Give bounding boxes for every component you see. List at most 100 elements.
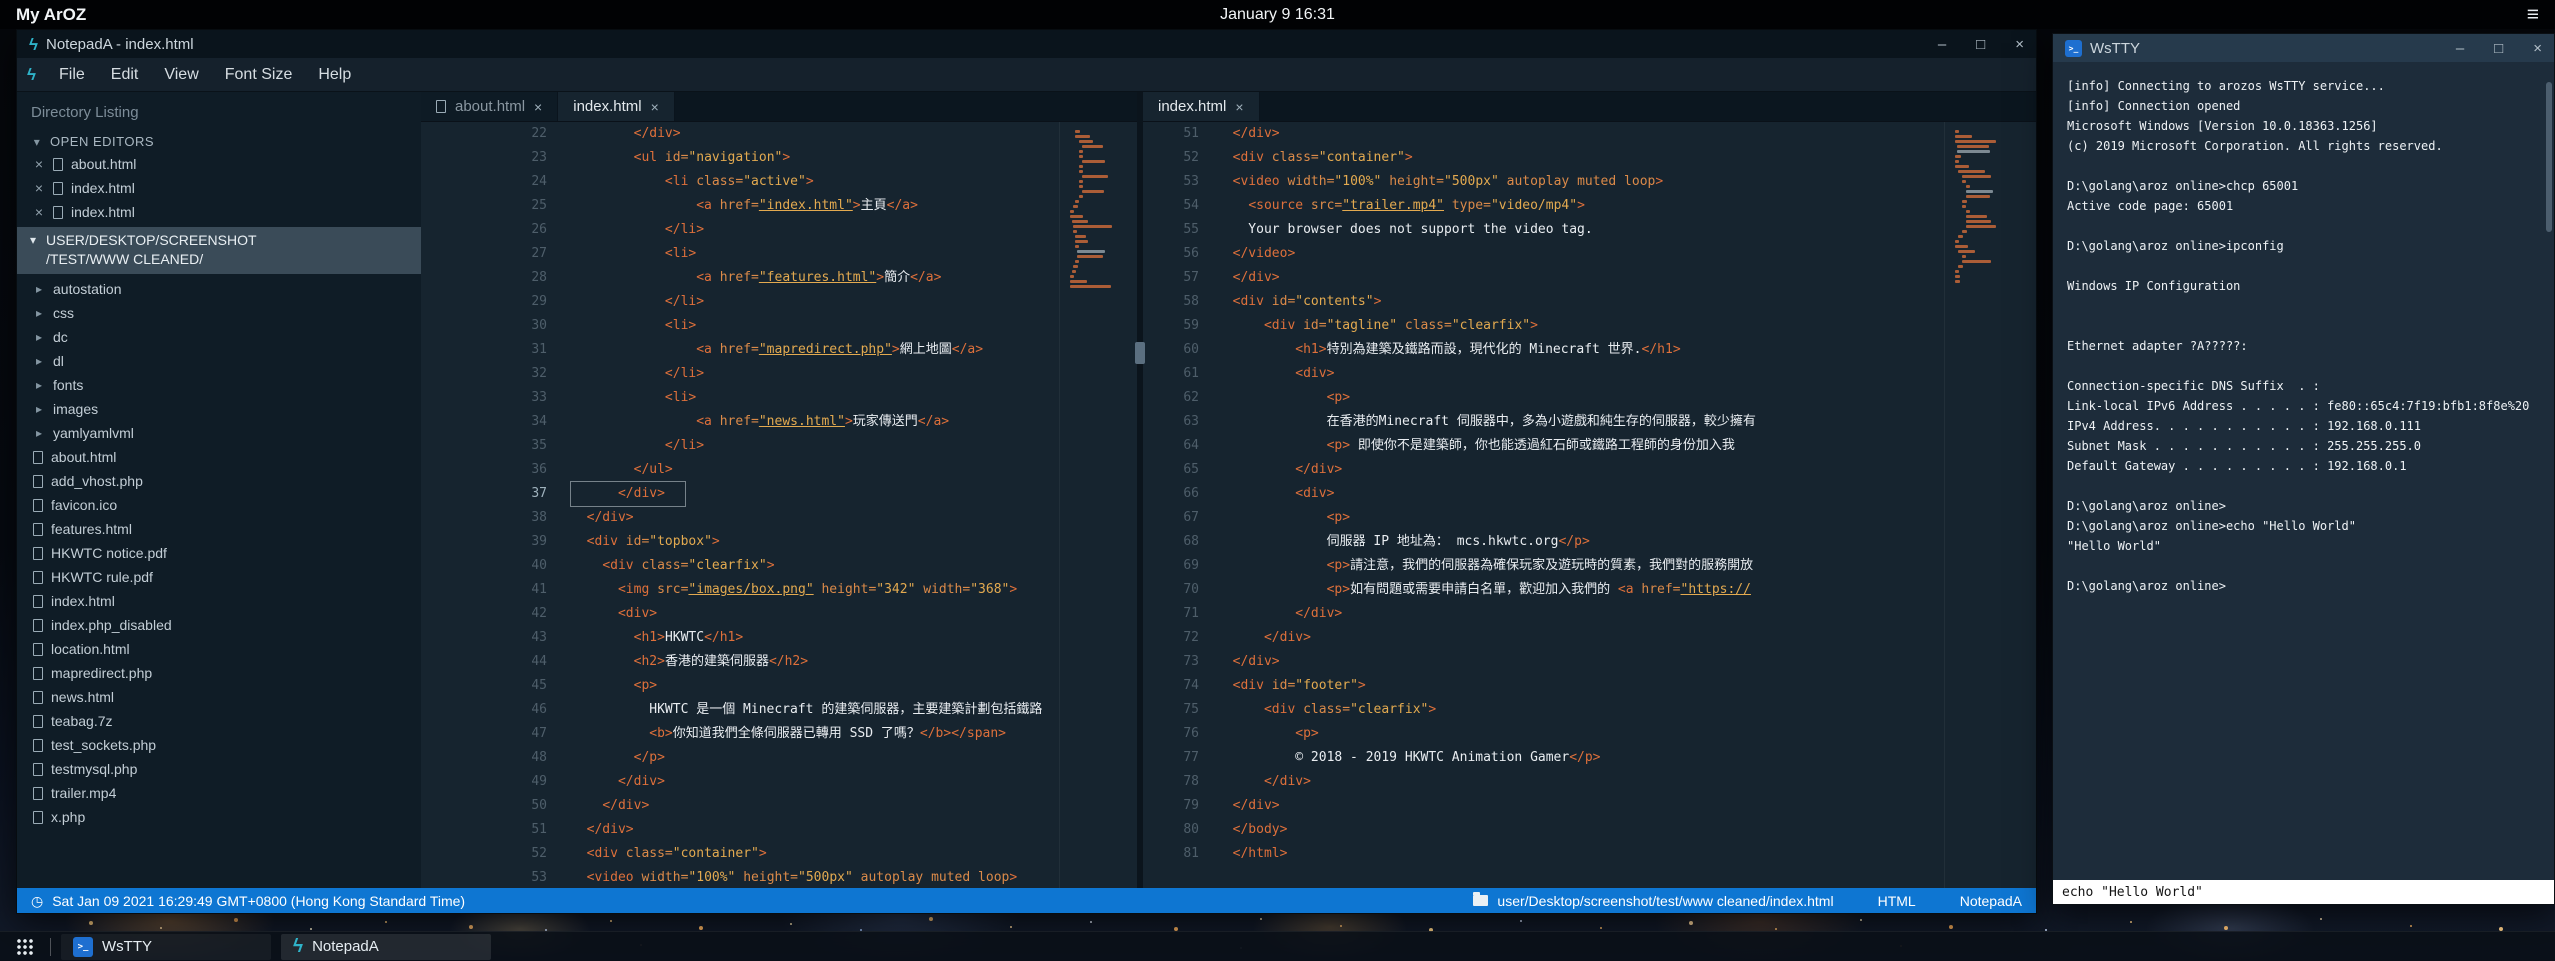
file-item-mapredirect-php[interactable]: mapredirect.php bbox=[17, 661, 421, 685]
file-item-news-html[interactable]: news.html bbox=[17, 685, 421, 709]
code-line[interactable]: 31 <a href="mapredirect.php">網上地圖</a> bbox=[421, 338, 1059, 362]
code-line[interactable]: 43 <h1>HKWTC</h1> bbox=[421, 626, 1059, 650]
taskbar-item-wstty[interactable]: >_WsTTY bbox=[61, 934, 271, 960]
app-launcher-grid-icon[interactable] bbox=[16, 938, 34, 956]
close-button[interactable]: × bbox=[2015, 37, 2024, 52]
close-tab-icon[interactable]: × bbox=[534, 99, 542, 115]
code-line[interactable]: 32 </li> bbox=[421, 362, 1059, 386]
code-line[interactable]: 25 <a href="index.html">主頁</a> bbox=[421, 194, 1059, 218]
close-button[interactable]: × bbox=[2533, 41, 2542, 56]
code-line[interactable]: 74 <div id="footer"> bbox=[1143, 674, 1944, 698]
code-line[interactable]: 42 <div> bbox=[421, 602, 1059, 626]
minimize-button[interactable]: – bbox=[1938, 37, 1946, 52]
folder-item-images[interactable]: ▸images bbox=[17, 397, 421, 421]
file-item-testmysql-php[interactable]: testmysql.php bbox=[17, 757, 421, 781]
code-line[interactable]: 41 <img src="images/box.png" height="342… bbox=[421, 578, 1059, 602]
code-line[interactable]: 66 <div> bbox=[1143, 482, 1944, 506]
code-line[interactable]: 73 </div> bbox=[1143, 650, 1944, 674]
code-line[interactable]: 40 <div class="clearfix"> bbox=[421, 554, 1059, 578]
code-line[interactable]: 59 <div id="tagline" class="clearfix"> bbox=[1143, 314, 1944, 338]
minimap-left[interactable] bbox=[1059, 122, 1137, 888]
code-line[interactable]: 53 <video width="100%" height="500px" au… bbox=[1143, 170, 1944, 194]
code-line[interactable]: 65 </div> bbox=[1143, 458, 1944, 482]
file-item-favicon-ico[interactable]: favicon.ico bbox=[17, 493, 421, 517]
code-line[interactable]: 24 <li class="active"> bbox=[421, 170, 1059, 194]
open-editor-item-index-html[interactable]: ×index.html bbox=[17, 176, 421, 200]
terminal-input[interactable] bbox=[2053, 880, 2554, 904]
code-line[interactable]: 27 <li> bbox=[421, 242, 1059, 266]
code-line[interactable]: 60 <h1>特別為建築及鐵路而設，現代化的 Minecraft 世界.</h1… bbox=[1143, 338, 1944, 362]
file-item-teabag-7z[interactable]: teabag.7z bbox=[17, 709, 421, 733]
code-line[interactable]: 76 <p> bbox=[1143, 722, 1944, 746]
code-line[interactable]: 37 </div> bbox=[421, 482, 1059, 506]
file-item-hkwtc-notice-pdf[interactable]: HKWTC notice.pdf bbox=[17, 541, 421, 565]
code-line[interactable]: 70 <p>如有問題或需要申請白名單，歡迎加入我們的 <a href="http… bbox=[1143, 578, 1944, 602]
code-line[interactable]: 26 </li> bbox=[421, 218, 1059, 242]
open-editors-section[interactable]: ▾ OPEN EDITORS bbox=[17, 131, 421, 152]
code-line[interactable]: 30 <li> bbox=[421, 314, 1059, 338]
file-item-location-html[interactable]: location.html bbox=[17, 637, 421, 661]
close-file-icon[interactable]: × bbox=[33, 204, 45, 220]
code-line[interactable]: 67 <p> bbox=[1143, 506, 1944, 530]
code-line[interactable]: 28 <a href="features.html">簡介</a> bbox=[421, 266, 1059, 290]
file-item-test-sockets-php[interactable]: test_sockets.php bbox=[17, 733, 421, 757]
menu-help[interactable]: Help bbox=[305, 62, 364, 88]
menu-file[interactable]: File bbox=[46, 62, 98, 88]
notepad-titlebar[interactable]: ϟ NotepadA - index.html – □ × bbox=[17, 30, 2036, 58]
code-editor-right[interactable]: 51 </div>52 <div class="container">53 <v… bbox=[1143, 122, 1944, 888]
wstty-titlebar[interactable]: >_ WsTTY – □ × bbox=[2053, 34, 2554, 62]
code-line[interactable]: 75 <div class="clearfix"> bbox=[1143, 698, 1944, 722]
code-line[interactable]: 63 在香港的Minecraft 伺服器中，多為小遊戲和純生存的伺服器，較少擁有 bbox=[1143, 410, 1944, 434]
minimap-right[interactable] bbox=[1944, 122, 2036, 888]
code-line[interactable]: 54 <source src="trailer.mp4" type="video… bbox=[1143, 194, 1944, 218]
statusbar-language-mode[interactable]: HTML bbox=[1878, 893, 1916, 909]
code-line[interactable]: 35 </li> bbox=[421, 434, 1059, 458]
terminal-scrollbar[interactable] bbox=[2546, 82, 2552, 232]
minimize-button[interactable]: – bbox=[2456, 41, 2464, 56]
maximize-button[interactable]: □ bbox=[2494, 41, 2503, 56]
code-line[interactable]: 64 <p> 即使你不是建築師，你也能透過紅石師或鐵路工程師的身份加入我 bbox=[1143, 434, 1944, 458]
code-line[interactable]: 56 </video> bbox=[1143, 242, 1944, 266]
code-editor-left[interactable]: 22 </div>23 <ul id="navigation">24 <li c… bbox=[421, 122, 1059, 888]
code-line[interactable]: 80 </body> bbox=[1143, 818, 1944, 842]
tree-root-folder[interactable]: ▾ USER/DESKTOP/SCREENSHOT /TEST/WWW CLEA… bbox=[17, 227, 421, 274]
file-item-about-html[interactable]: about.html bbox=[17, 445, 421, 469]
folder-item-autostation[interactable]: ▸autostation bbox=[17, 277, 421, 301]
code-line[interactable]: 81 </html> bbox=[1143, 842, 1944, 866]
file-item-x-php[interactable]: x.php bbox=[17, 805, 421, 829]
file-item-trailer-mp4[interactable]: trailer.mp4 bbox=[17, 781, 421, 805]
folder-item-dc[interactable]: ▸dc bbox=[17, 325, 421, 349]
aroz-start-menu[interactable]: My ArOZ bbox=[16, 5, 86, 25]
maximize-button[interactable]: □ bbox=[1976, 37, 1985, 52]
file-item-index-html[interactable]: index.html bbox=[17, 589, 421, 613]
code-line[interactable]: 61 <div> bbox=[1143, 362, 1944, 386]
open-editor-item-index-html[interactable]: ×index.html bbox=[17, 200, 421, 224]
code-line[interactable]: 39 <div id="topbox"> bbox=[421, 530, 1059, 554]
split-handle[interactable] bbox=[1135, 342, 1145, 364]
code-line[interactable]: 51 </div> bbox=[1143, 122, 1944, 146]
code-line[interactable]: 58 <div id="contents"> bbox=[1143, 290, 1944, 314]
folder-item-fonts[interactable]: ▸fonts bbox=[17, 373, 421, 397]
tab-index-html[interactable]: index.html× bbox=[558, 92, 675, 121]
file-item-hkwtc-rule-pdf[interactable]: HKWTC rule.pdf bbox=[17, 565, 421, 589]
code-line[interactable]: 44 <h2>香港的建築伺服器</h2> bbox=[421, 650, 1059, 674]
code-line[interactable]: 55 Your browser does not support the vid… bbox=[1143, 218, 1944, 242]
code-line[interactable]: 23 <ul id="navigation"> bbox=[421, 146, 1059, 170]
folder-item-css[interactable]: ▸css bbox=[17, 301, 421, 325]
code-line[interactable]: 68 伺服器 IP 地址為： mcs.hkwtc.org</p> bbox=[1143, 530, 1944, 554]
pane-divider[interactable] bbox=[1137, 92, 1143, 888]
code-line[interactable]: 38 </div> bbox=[421, 506, 1059, 530]
close-file-icon[interactable]: × bbox=[33, 180, 45, 196]
code-line[interactable]: 69 <p>請注意，我們的伺服器為確保玩家及遊玩時的質素，我們對的服務開放 bbox=[1143, 554, 1944, 578]
menu-font-size[interactable]: Font Size bbox=[212, 62, 306, 88]
code-line[interactable]: 79 </div> bbox=[1143, 794, 1944, 818]
folder-item-dl[interactable]: ▸dl bbox=[17, 349, 421, 373]
code-line[interactable]: 48 </p> bbox=[421, 746, 1059, 770]
code-line[interactable]: 46 HKWTC 是一個 Minecraft 的建築伺服器，主要建築計劃包括鐵路 bbox=[421, 698, 1059, 722]
code-line[interactable]: 22 </div> bbox=[421, 122, 1059, 146]
close-file-icon[interactable]: × bbox=[33, 156, 45, 172]
code-line[interactable]: 45 <p> bbox=[421, 674, 1059, 698]
menu-edit[interactable]: Edit bbox=[98, 62, 152, 88]
close-tab-icon[interactable]: × bbox=[1235, 99, 1243, 115]
folder-item-yamlyamlvml[interactable]: ▸yamlyamlvml bbox=[17, 421, 421, 445]
